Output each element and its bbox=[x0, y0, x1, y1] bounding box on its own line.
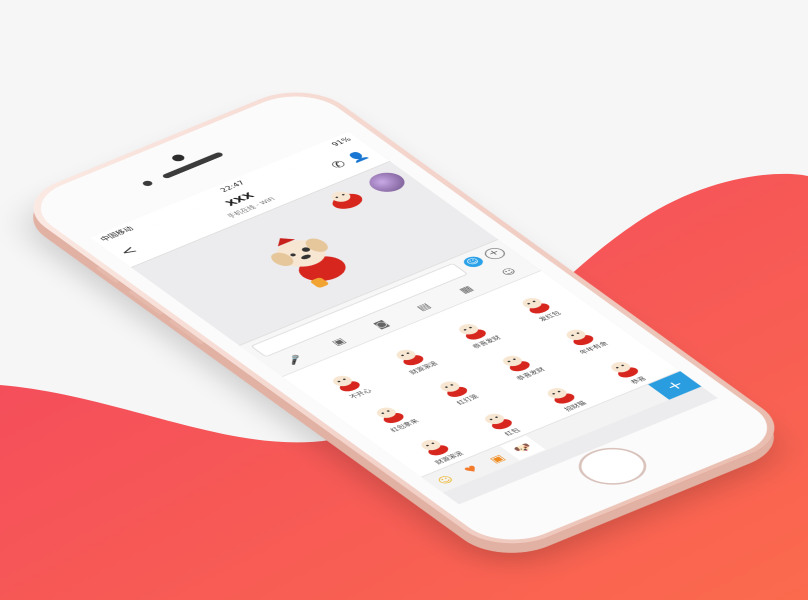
user-avatar[interactable] bbox=[362, 168, 412, 196]
red-packet-icon[interactable]: ▤ bbox=[414, 302, 433, 313]
smiley-icon[interactable]: ☺ bbox=[499, 267, 519, 278]
gif-icon[interactable]: ▦ bbox=[457, 284, 476, 295]
plus-icon[interactable]: + bbox=[480, 245, 510, 262]
phone-mockup: 中国移动 22:47 91% < XXX 手机在线 - WiFi ✆ 👤 ☺ +… bbox=[0, 0, 808, 600]
microphone-icon[interactable]: 🎤 bbox=[284, 354, 306, 366]
sent-sticker-dog[interactable] bbox=[230, 216, 389, 302]
camera-icon[interactable]: ◙ bbox=[372, 319, 391, 330]
emoji-icon[interactable]: ☺ bbox=[460, 254, 487, 270]
proximity-sensor bbox=[140, 179, 155, 187]
image-icon[interactable]: ▣ bbox=[329, 337, 348, 348]
phone-body: 中国移动 22:47 91% < XXX 手机在线 - WiFi ✆ 👤 ☺ +… bbox=[9, 79, 799, 557]
earpiece-speaker bbox=[161, 151, 225, 180]
phone-front: 中国移动 22:47 91% < XXX 手机在线 - WiFi ✆ 👤 ☺ +… bbox=[19, 84, 789, 552]
front-camera bbox=[169, 153, 187, 163]
